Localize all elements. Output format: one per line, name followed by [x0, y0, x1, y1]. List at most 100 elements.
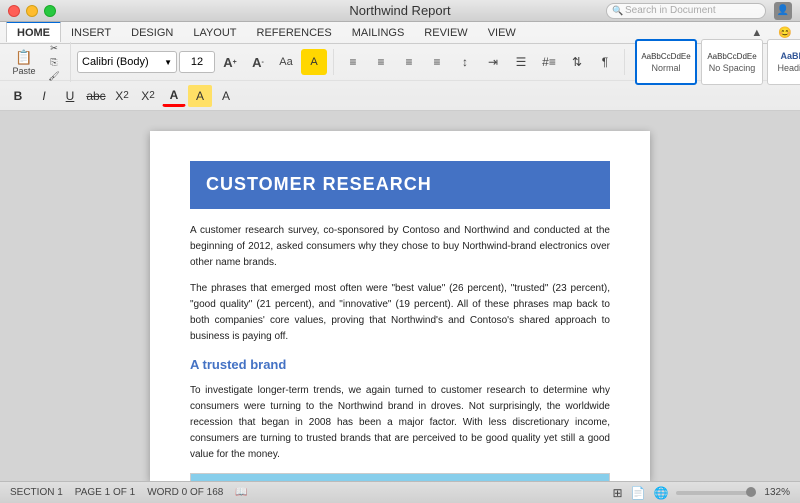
- style-no-spacing-preview: AaBbCcDdEe: [707, 52, 756, 61]
- section-status: SECTION 1: [10, 487, 63, 498]
- font-family-selector[interactable]: Calibri (Body) ▼: [77, 51, 177, 73]
- paragraph-1: A customer research survey, co-sponsored…: [190, 223, 610, 271]
- numbered-list-button[interactable]: #≡: [536, 49, 562, 75]
- close-button[interactable]: [8, 5, 20, 17]
- toolbar-row-1: 📋 Paste ✂ ⎘ 🖌 Calibri (Body) ▼ 12 A+: [0, 44, 800, 80]
- cut-button[interactable]: ✂: [44, 42, 64, 54]
- styles-pane: AaBbCcDdEe Normal AaBbCcDdEe No Spacing …: [631, 39, 800, 85]
- font-group: Calibri (Body) ▼ 12 A+ A- Aa A: [77, 49, 334, 75]
- ribbon-collapse-button[interactable]: ▲: [743, 27, 770, 39]
- tab-insert[interactable]: INSERT: [61, 22, 121, 43]
- ribbon: HOME INSERT DESIGN LAYOUT REFERENCES MAI…: [0, 22, 800, 111]
- bold-button[interactable]: B: [6, 85, 30, 107]
- underline-button[interactable]: U: [58, 85, 82, 107]
- read-view-icon[interactable]: 📄: [631, 486, 646, 500]
- window-title: Northwind Report: [349, 3, 450, 18]
- status-right-area: ⊞ 📄 🌐 132%: [612, 486, 790, 500]
- document-title-text: CUSTOMER RESEARCH: [206, 174, 432, 194]
- indent-button[interactable]: ⇥: [480, 49, 506, 75]
- font-color-button2[interactable]: A: [214, 85, 238, 107]
- section-heading-text: A trusted brand: [190, 357, 286, 372]
- increase-font-button[interactable]: A+: [217, 49, 243, 75]
- document-image: ✳ ✳ ✳ ✳: [190, 473, 610, 481]
- paragraph-2-text: The phrases that emerged most often were…: [190, 283, 610, 342]
- emoji-button[interactable]: 😊: [770, 26, 800, 39]
- justify-button[interactable]: ≡: [424, 49, 450, 75]
- bullet-list-button[interactable]: ☰: [508, 49, 534, 75]
- search-placeholder: Search in Document: [625, 5, 716, 16]
- clipboard-sub: ✂ ⎘ 🖌: [44, 42, 64, 82]
- title-bar: Northwind Report 🔍 Search in Document 👤: [0, 0, 800, 22]
- paragraph-3-text: To investigate longer-term trends, we ag…: [190, 385, 610, 460]
- zoom-level: 132%: [764, 487, 790, 498]
- paragraph-2: The phrases that emerged most often were…: [190, 281, 610, 345]
- document-title-banner: CUSTOMER RESEARCH: [190, 161, 610, 209]
- decrease-font-button[interactable]: A-: [245, 49, 271, 75]
- superscript-button[interactable]: X2: [136, 85, 160, 107]
- paste-button[interactable]: 📋 Paste: [6, 45, 42, 79]
- tab-home[interactable]: HOME: [6, 21, 61, 42]
- font-size-selector[interactable]: 12: [179, 51, 215, 73]
- paste-icon: 📋: [15, 49, 32, 66]
- tab-mailings[interactable]: MAILINGS: [342, 22, 415, 43]
- section-heading: A trusted brand: [190, 355, 610, 375]
- paste-label: Paste: [12, 66, 35, 76]
- subscript-button[interactable]: X2: [110, 85, 134, 107]
- highlight-color-button[interactable]: A: [188, 85, 212, 107]
- formatting-group: B I U abc X2 X2 A A A: [6, 85, 244, 107]
- align-center-button[interactable]: ≡: [368, 49, 394, 75]
- zoom-thumb: [746, 487, 756, 497]
- app-window: Northwind Report 🔍 Search in Document 👤 …: [0, 0, 800, 503]
- tab-review[interactable]: REVIEW: [414, 22, 477, 43]
- status-bar: SECTION 1 PAGE 1 OF 1 WORD 0 OF 168 📖 ⊞ …: [0, 481, 800, 503]
- copy-button[interactable]: ⎘: [44, 56, 64, 68]
- style-no-spacing[interactable]: AaBbCcDdEe No Spacing: [701, 39, 763, 85]
- italic-button[interactable]: I: [32, 85, 56, 107]
- change-case-button[interactable]: Aa: [273, 49, 299, 75]
- style-heading1[interactable]: AaBbCc Heading 1: [767, 39, 800, 85]
- style-no-spacing-label: No Spacing: [709, 63, 756, 73]
- tab-layout[interactable]: LAYOUT: [183, 22, 246, 43]
- clipboard-group: 📋 Paste ✂ ⎘ 🖌: [6, 42, 71, 82]
- tab-design[interactable]: DESIGN: [121, 22, 183, 43]
- font-family-dropdown-icon: ▼: [164, 58, 172, 67]
- minimize-button[interactable]: [26, 5, 38, 17]
- tab-view[interactable]: VIEW: [478, 22, 526, 43]
- show-marks-button[interactable]: ¶: [592, 49, 618, 75]
- maximize-button[interactable]: [44, 5, 56, 17]
- search-wrap: 🔍 Search in Document: [606, 3, 766, 19]
- search-icon: 🔍: [612, 5, 623, 16]
- layout-view-icon[interactable]: ⊞: [612, 486, 622, 500]
- word-count-status: WORD 0 OF 168: [147, 487, 223, 498]
- paragraph-group: ≡ ≡ ≡ ≡ ↕ ⇥ ☰ #≡ ⇅ ¶: [340, 49, 625, 75]
- highlight-button[interactable]: A: [301, 49, 327, 75]
- user-icon[interactable]: 👤: [774, 2, 792, 20]
- document-area: CUSTOMER RESEARCH A customer research su…: [0, 111, 800, 481]
- align-right-button[interactable]: ≡: [396, 49, 422, 75]
- sort-button[interactable]: ⇅: [564, 49, 590, 75]
- document-page: CUSTOMER RESEARCH A customer research su…: [150, 131, 650, 481]
- web-view-icon[interactable]: 🌐: [653, 486, 668, 500]
- style-normal-label: Normal: [651, 63, 680, 73]
- line-spacing-button[interactable]: ↕: [452, 49, 478, 75]
- title-bar-search-area: 🔍 Search in Document 👤: [606, 2, 792, 20]
- text-color-button[interactable]: A: [162, 85, 186, 107]
- format-painter-button[interactable]: 🖌: [44, 70, 64, 82]
- style-heading1-preview: AaBbCc: [780, 51, 800, 61]
- search-input[interactable]: Search in Document: [606, 3, 766, 19]
- traffic-lights: [8, 5, 56, 17]
- font-family-value: Calibri (Body): [82, 56, 149, 68]
- paragraph-3: To investigate longer-term trends, we ag…: [190, 383, 610, 463]
- book-icon[interactable]: 📖: [235, 487, 247, 498]
- align-left-button[interactable]: ≡: [340, 49, 366, 75]
- style-heading1-label: Heading 1: [777, 63, 800, 73]
- font-size-value: 12: [191, 56, 203, 68]
- page-status: PAGE 1 OF 1: [75, 487, 135, 498]
- style-normal[interactable]: AaBbCcDdEe Normal: [635, 39, 697, 85]
- zoom-slider[interactable]: [676, 491, 756, 495]
- tab-references[interactable]: REFERENCES: [247, 22, 342, 43]
- style-normal-preview: AaBbCcDdEe: [641, 52, 690, 61]
- strikethrough-button[interactable]: abc: [84, 85, 108, 107]
- paragraph-1-text: A customer research survey, co-sponsored…: [190, 225, 610, 268]
- user-icon-symbol: 👤: [777, 5, 789, 16]
